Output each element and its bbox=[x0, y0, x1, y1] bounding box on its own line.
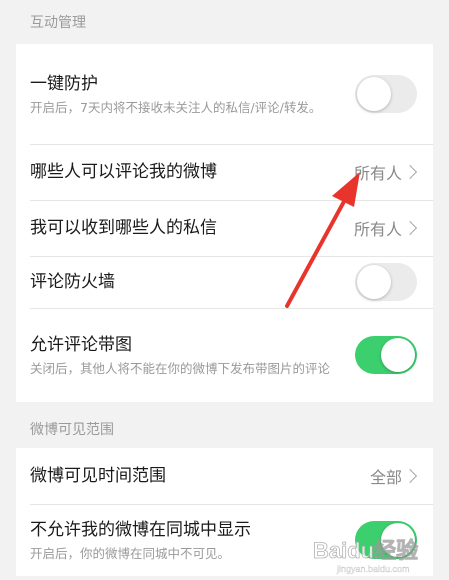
chevron-right-icon bbox=[402, 164, 418, 180]
one-click-protection-toggle[interactable] bbox=[355, 75, 417, 113]
toggle-knob bbox=[357, 77, 391, 111]
allow-image-comments-toggle[interactable] bbox=[355, 336, 417, 374]
chevron-right-icon bbox=[402, 220, 418, 236]
setting-value: 全部 bbox=[369, 468, 402, 487]
setting-value: 所有人 bbox=[353, 220, 402, 239]
setting-row-visible-time-range[interactable]: 微博可见时间范围 全部 bbox=[16, 448, 433, 504]
setting-description: 关闭后，其他人将不能在你的微博下发布带图片的评论 bbox=[30, 360, 331, 376]
setting-title: 一键防护 bbox=[30, 73, 98, 94]
setting-row-comment-firewall[interactable]: 评论防火墙 bbox=[16, 256, 433, 308]
toggle-knob bbox=[381, 338, 415, 372]
setting-title: 我可以收到哪些人的私信 bbox=[30, 218, 217, 238]
setting-row-allow-image-comments[interactable]: 允许评论带图 关闭后，其他人将不能在你的微博下发布带图片的评论 bbox=[16, 308, 433, 402]
toggle-knob bbox=[381, 523, 415, 557]
setting-row-one-click-protection[interactable]: 一键防护 开启后，7天内将不接收未关注人的私信/评论/转发。 bbox=[16, 44, 433, 144]
setting-row-who-can-comment[interactable]: 哪些人可以评论我的微博 所有人 bbox=[16, 144, 433, 200]
setting-title: 不允许我的微博在同城中显示 bbox=[30, 519, 251, 540]
toggle-knob bbox=[357, 265, 391, 299]
setting-title: 微博可见时间范围 bbox=[30, 466, 166, 486]
setting-row-who-can-message[interactable]: 我可以收到哪些人的私信 所有人 bbox=[16, 200, 433, 256]
section-header-visibility: 微博可见范围 bbox=[30, 422, 114, 438]
setting-row-hide-from-local[interactable]: 不允许我的微博在同城中显示 开启后，你的微博在同城中不可见。 bbox=[16, 504, 433, 576]
section-header-interaction: 互动管理 bbox=[30, 15, 86, 31]
setting-value: 所有人 bbox=[353, 164, 402, 183]
setting-description: 开启后，7天内将不接收未关注人的私信/评论/转发。 bbox=[30, 99, 322, 115]
setting-description: 开启后，你的微博在同城中不可见。 bbox=[30, 545, 231, 561]
settings-group-visibility: 微博可见时间范围 全部 不允许我的微博在同城中显示 开启后，你的微博在同城中不可… bbox=[16, 448, 433, 576]
setting-title: 哪些人可以评论我的微博 bbox=[30, 162, 217, 182]
privacy-settings-page: 互动管理 一键防护 开启后，7天内将不接收未关注人的私信/评论/转发。 哪些人可… bbox=[0, 0, 449, 580]
setting-title: 评论防火墙 bbox=[30, 272, 115, 292]
hide-from-local-toggle[interactable] bbox=[355, 521, 417, 559]
comment-firewall-toggle[interactable] bbox=[355, 263, 417, 301]
chevron-right-icon bbox=[402, 468, 418, 484]
setting-title: 允许评论带图 bbox=[30, 334, 132, 355]
settings-group-interaction: 一键防护 开启后，7天内将不接收未关注人的私信/评论/转发。 哪些人可以评论我的… bbox=[16, 44, 433, 402]
